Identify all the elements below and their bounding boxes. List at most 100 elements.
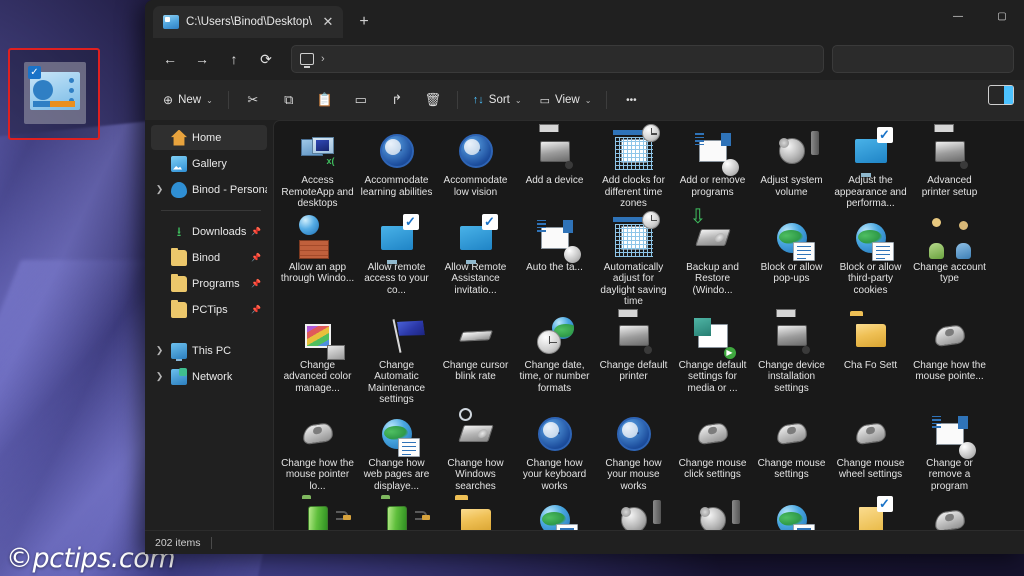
grid-item[interactable]: Add clocks for different time zones [594, 125, 673, 212]
grid-item[interactable]: Change mouse click settings [673, 408, 752, 495]
sidebar-item-binod-personal[interactable]: ❯Binod - Personal [151, 177, 267, 202]
grid-item[interactable]: Advanced printer setup [910, 125, 989, 212]
ease-of-access-clock-icon [376, 130, 418, 172]
grid-item[interactable]: Change how Windows searches [436, 408, 515, 495]
mouse-icon [850, 413, 892, 455]
control-panel-icon [692, 130, 734, 172]
grid-item[interactable]: ✓Adjust the appearance and performa... [831, 125, 910, 212]
sidebar-item-network[interactable]: ❯Network [151, 364, 267, 389]
grid-item[interactable]: Change mouse wheel settings [831, 408, 910, 495]
grid-item[interactable]: Block or allow pop-ups [752, 212, 831, 310]
grid-item[interactable]: Change how your mouse works [594, 408, 673, 495]
items-scroll-area[interactable]: x(Access RemoteApp and desktopsAccommoda… [274, 121, 1024, 530]
grid-item[interactable]: Change default printer [594, 310, 673, 408]
grid-item[interactable]: ▶Change default settings for media or ..… [673, 310, 752, 408]
grid-item[interactable]: Cha Fo Sett [831, 310, 910, 408]
desktop-shortcut-control-panel[interactable]: ✓ [8, 48, 100, 140]
delete-button[interactable]: 🗑 [416, 85, 450, 115]
grid-item[interactable]: Change cursor blink rate [436, 310, 515, 408]
internet-options-icon [376, 413, 418, 455]
flag-icon [376, 315, 418, 357]
grid-item[interactable]: Allow an app through Windo... [278, 212, 357, 310]
internet-options-icon [850, 217, 892, 259]
grid-item[interactable]: Change mouse settings [752, 408, 831, 495]
grid-item[interactable]: Change how your keyboard works [515, 408, 594, 495]
sidebar-item-programs[interactable]: ❯Programs📌 [151, 271, 267, 296]
grid-item[interactable]: Change the mouse pointer display or... [910, 494, 989, 530]
grid-item[interactable]: ⇩Backup and Restore (Windo... [673, 212, 752, 310]
grid-item[interactable]: Change power-saving settings [278, 494, 357, 530]
search-input[interactable] [832, 45, 1014, 73]
maximize-button[interactable]: ▢ [980, 0, 1024, 32]
forward-button[interactable]: → [187, 45, 217, 73]
chevron-right-icon[interactable]: › [321, 53, 325, 65]
grid-item[interactable]: Change sound card settings [594, 494, 673, 530]
grid-item[interactable]: Cha se optio files a [436, 494, 515, 530]
minimize-button[interactable]: — [936, 0, 980, 32]
pin-icon[interactable]: 📌 [251, 227, 261, 236]
grid-item[interactable]: Change or remove a program [910, 408, 989, 495]
grid-item[interactable]: ✓Allow remote access to your co... [357, 212, 436, 310]
pin-icon[interactable]: 📌 [251, 279, 261, 288]
grid-item[interactable]: Change account type [910, 212, 989, 310]
new-tab-button[interactable]: + [351, 9, 377, 35]
grid-item[interactable]: Add a device [515, 125, 594, 212]
sidebar-item-binod[interactable]: ❯Binod📌 [151, 245, 267, 270]
sidebar-item-downloads[interactable]: ❯⭳Downloads📌 [151, 219, 267, 244]
grid-item[interactable]: Add or remove programs [673, 125, 752, 212]
grid-item[interactable]: ✓Allow Remote Assistance invitatio... [436, 212, 515, 310]
copy-button[interactable]: ⧉ [272, 85, 306, 115]
divider [161, 210, 261, 211]
address-input[interactable]: › [291, 45, 824, 73]
grid-item[interactable]: Auto the ta... [515, 212, 594, 310]
grid-item[interactable]: Change Automatic Maintenance settings [357, 310, 436, 408]
sidebar-item-gallery[interactable]: ❯Gallery [151, 151, 267, 176]
rename-button[interactable]: ▭ [344, 85, 378, 115]
details-pane-icon[interactable] [988, 85, 1014, 105]
grid-item[interactable]: Accommodate learning abilities [357, 125, 436, 212]
sidebar-item-this-pc[interactable]: ❯This PC [151, 338, 267, 363]
grid-item[interactable]: Automatically adjust for daylight saving… [594, 212, 673, 310]
grid-item[interactable]: Accommodate low vision [436, 125, 515, 212]
chevron-down-icon: ⌄ [515, 96, 522, 105]
back-button[interactable]: ← [155, 45, 185, 73]
grid-item[interactable]: x(Access RemoteApp and desktops [278, 125, 357, 212]
chevron-right-icon[interactable]: ❯ [153, 345, 166, 356]
sort-button[interactable]: ↑↓ Sort ⌄ [465, 85, 530, 115]
pin-icon[interactable]: 📌 [251, 305, 261, 314]
cut-button[interactable]: ✂ [236, 85, 270, 115]
more-options-button[interactable]: ••• [614, 85, 648, 115]
grid-item[interactable]: Change security settings [515, 494, 594, 530]
grid-item[interactable]: Change device installation settings [752, 310, 831, 408]
up-button[interactable]: ↑ [219, 45, 249, 73]
chevron-right-icon[interactable]: ❯ [153, 371, 166, 382]
pin-icon[interactable]: 📌 [251, 253, 261, 262]
grid-item[interactable]: ✓Change the file type associated with a … [831, 494, 910, 530]
grid-item[interactable]: Change how the mouse pointer lo... [278, 408, 357, 495]
paste-button[interactable]: 📋 [308, 85, 342, 115]
tab-active[interactable]: C:\Users\Binod\Desktop\GodM ✕ [153, 6, 343, 38]
sidebar-item-pctips[interactable]: ❯PCTips📌 [151, 297, 267, 322]
grid-item[interactable]: Block or allow third-party cookies [831, 212, 910, 310]
plus-circle-icon: ⊕ [163, 93, 173, 107]
items-grid: x(Access RemoteApp and desktopsAccommoda… [278, 125, 1024, 530]
grid-item[interactable]: Change screen saver [357, 494, 436, 530]
view-button[interactable]: ▭ View ⌄ [532, 85, 600, 115]
refresh-button[interactable]: ⟳ [251, 45, 281, 73]
internet-options-icon [771, 499, 813, 530]
grid-item-label: Add clocks for different time zones [596, 175, 671, 210]
close-icon[interactable]: ✕ [319, 13, 337, 31]
chevron-right-icon[interactable]: ❯ [153, 184, 166, 195]
sidebar-item-home[interactable]: ❯Home [151, 125, 267, 150]
grid-item[interactable]: Change advanced color manage... [278, 310, 357, 408]
new-button[interactable]: ⊕ New ⌄ [155, 85, 221, 115]
navigation-pane: ❯Home❯Gallery❯Binod - Personal ❯⭳Downloa… [145, 120, 273, 530]
grid-item[interactable]: Change how web pages are displaye... [357, 408, 436, 495]
grid-item[interactable]: Change temporary Internet file settings [752, 494, 831, 530]
new-label: New [178, 94, 201, 106]
grid-item[interactable]: Change how the mouse pointe... [910, 310, 989, 408]
grid-item[interactable]: Change date, time, or number formats [515, 310, 594, 408]
share-button[interactable]: ↱ [380, 85, 414, 115]
grid-item[interactable]: Change system sounds [673, 494, 752, 530]
grid-item[interactable]: Adjust system volume [752, 125, 831, 212]
